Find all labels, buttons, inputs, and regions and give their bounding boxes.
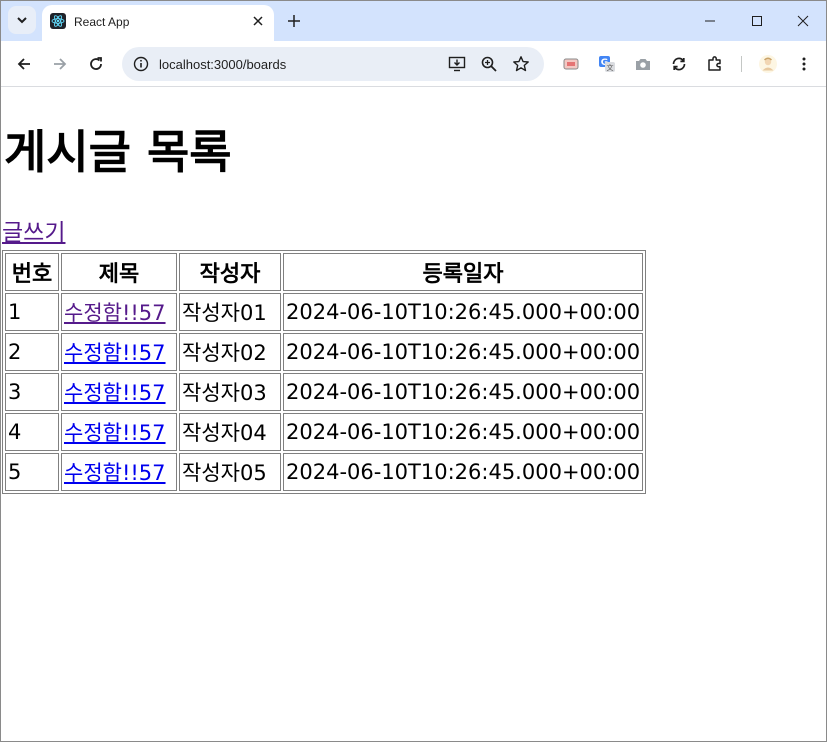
write-post-link[interactable]: 글쓰기 xyxy=(2,219,65,247)
forward-button[interactable] xyxy=(46,50,74,78)
close-icon xyxy=(797,15,809,27)
url-text[interactable]: localhost:3000/boards xyxy=(159,57,286,72)
install-app-icon[interactable] xyxy=(446,53,468,75)
cell-number: 5 xyxy=(5,453,59,491)
column-header-number: 번호 xyxy=(5,253,59,291)
cell-author: 작성자02 xyxy=(179,333,281,371)
translate-icon[interactable]: G文 xyxy=(593,50,621,78)
minimize-button[interactable] xyxy=(687,1,733,41)
table-row: 2 수정함!!57 작성자02 2024-06-10T10:26:45.000+… xyxy=(5,333,644,371)
board-table: 번호 제목 작성자 등록일자 1 수정함!!57 작성자01 2024-06-1… xyxy=(2,250,647,494)
post-title-link[interactable]: 수정함!!57 xyxy=(64,421,166,445)
maximize-button[interactable] xyxy=(734,1,780,41)
svg-text:文: 文 xyxy=(607,63,614,72)
table-row: 5 수정함!!57 작성자05 2024-06-10T10:26:45.000+… xyxy=(5,453,644,491)
avatar[interactable] xyxy=(754,50,782,78)
column-header-title: 제목 xyxy=(61,253,177,291)
post-title-link[interactable]: 수정함!!57 xyxy=(64,341,166,365)
sync-icon[interactable] xyxy=(665,50,693,78)
close-window-button[interactable] xyxy=(780,1,826,41)
arrow-right-icon xyxy=(52,56,68,72)
cell-number: 4 xyxy=(5,413,59,451)
extension-icon[interactable] xyxy=(557,50,585,78)
cell-title: 수정함!!57 xyxy=(61,453,177,491)
cell-author: 작성자03 xyxy=(179,373,281,411)
cell-title: 수정함!!57 xyxy=(61,373,177,411)
reload-button[interactable] xyxy=(82,50,110,78)
plus-icon xyxy=(287,14,301,28)
post-title-link[interactable]: 수정함!!57 xyxy=(64,461,166,485)
cell-date: 2024-06-10T10:26:45.000+00:00 xyxy=(283,373,644,411)
page-title: 게시글 목록 xyxy=(4,125,232,179)
tab-react-app[interactable]: React App xyxy=(42,5,274,41)
cell-number: 2 xyxy=(5,333,59,371)
puzzle-icon[interactable] xyxy=(701,50,729,78)
back-button[interactable] xyxy=(10,50,38,78)
toolbar-separator xyxy=(741,56,742,72)
close-icon[interactable] xyxy=(250,13,266,29)
post-title-link[interactable]: 수정함!!57 xyxy=(64,381,166,405)
tab-title: React App xyxy=(74,15,130,29)
cell-number: 1 xyxy=(5,293,59,331)
column-header-date: 등록일자 xyxy=(283,253,644,291)
tab-search-button[interactable] xyxy=(8,6,36,34)
reload-icon xyxy=(88,56,104,72)
info-icon[interactable] xyxy=(130,53,152,75)
camera-icon[interactable] xyxy=(629,50,657,78)
cell-date: 2024-06-10T10:26:45.000+00:00 xyxy=(283,453,644,491)
cell-author: 작성자04 xyxy=(179,413,281,451)
cell-date: 2024-06-10T10:26:45.000+00:00 xyxy=(283,293,644,331)
browser-window: React App localhost:3000/boards G 文 게시글 … xyxy=(0,0,827,742)
minimize-icon xyxy=(704,15,716,27)
cell-title: 수정함!!57 xyxy=(61,333,177,371)
post-title-link[interactable]: 수정함!!57 xyxy=(64,301,166,325)
cell-title: 수정함!!57 xyxy=(61,293,177,331)
title-bar: React App xyxy=(1,1,826,41)
cell-date: 2024-06-10T10:26:45.000+00:00 xyxy=(283,413,644,451)
column-header-author: 작성자 xyxy=(179,253,281,291)
star-icon[interactable] xyxy=(510,53,532,75)
zoom-icon[interactable] xyxy=(478,53,500,75)
cell-date: 2024-06-10T10:26:45.000+00:00 xyxy=(283,333,644,371)
arrow-left-icon xyxy=(16,56,32,72)
cell-author: 작성자01 xyxy=(179,293,281,331)
table-row: 4 수정함!!57 작성자04 2024-06-10T10:26:45.000+… xyxy=(5,413,644,451)
cell-number: 3 xyxy=(5,373,59,411)
chevron-down-icon xyxy=(16,14,28,26)
new-tab-button[interactable] xyxy=(282,9,306,33)
react-icon xyxy=(50,13,66,29)
cell-author: 작성자05 xyxy=(179,453,281,491)
kebab-menu-icon[interactable] xyxy=(790,50,818,78)
maximize-icon xyxy=(751,15,763,27)
browser-toolbar: localhost:3000/boards G文 xyxy=(1,41,826,87)
cell-title: 수정함!!57 xyxy=(61,413,177,451)
address-bar[interactable]: localhost:3000/boards xyxy=(122,47,544,81)
table-header-row: 번호 제목 작성자 등록일자 xyxy=(5,253,644,291)
table-row: 3 수정함!!57 작성자03 2024-06-10T10:26:45.000+… xyxy=(5,373,644,411)
table-row: 1 수정함!!57 작성자01 2024-06-10T10:26:45.000+… xyxy=(5,293,644,331)
page-content: 게시글 목록 글쓰기 번호 제목 작성자 등록일자 1 수정함!!57 작성자0… xyxy=(1,88,826,741)
